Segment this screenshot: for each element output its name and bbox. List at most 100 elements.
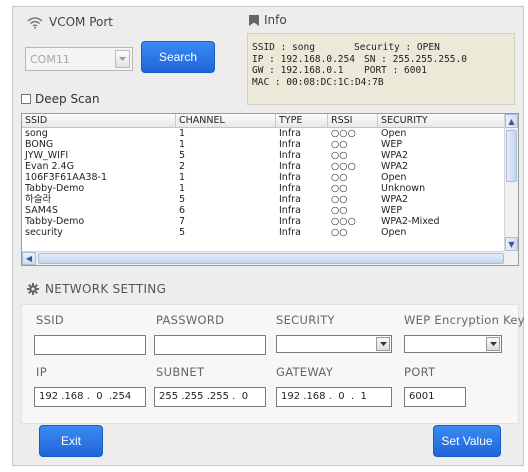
chevron-down-icon[interactable] xyxy=(115,50,130,68)
chevron-down-icon[interactable] xyxy=(486,337,500,351)
table-row[interactable]: 하슬라 5 Infra ○○ WPA2 xyxy=(22,194,506,205)
cell-security: Unknown xyxy=(381,183,426,194)
password-input[interactable] xyxy=(154,335,266,355)
cell-ssid: song xyxy=(25,128,48,139)
wep-key-select[interactable] xyxy=(404,335,502,353)
info-port: PORT : 6001 xyxy=(364,65,427,76)
cell-ssid: 106F3F61AA38-1 xyxy=(25,172,108,183)
cell-rssi: ○○ xyxy=(331,194,348,205)
info-ssid: SSID : song xyxy=(252,42,315,53)
list-rows: song 1 Infra ○○○ Open BONG 1 Infra ○○ WEP JYW_WIFI… xyxy=(22,128,506,238)
cell-security: WEP xyxy=(381,205,403,216)
cell-channel: 5 xyxy=(179,194,186,205)
cell-ssid: Evan 2.4G xyxy=(25,161,74,172)
deep-scan-option[interactable]: Deep Scan xyxy=(21,92,100,106)
table-row[interactable]: JYW_WIFI 5 Infra ○○ WPA2 xyxy=(22,150,506,161)
gear-icon xyxy=(27,283,39,295)
vcom-port-title: VCOM Port xyxy=(49,15,113,29)
vcom-config-window: VCOM Port COM11 Search Deep Scan Info SS… xyxy=(12,6,525,466)
ssid-label: SSID xyxy=(36,313,65,327)
table-row[interactable]: Tabby-Demo 7 Infra ○○○ WPA2-Mixed xyxy=(22,216,506,227)
cell-security: Open xyxy=(381,172,407,183)
cell-channel: 1 xyxy=(179,172,186,183)
column-header-type[interactable]: TYPE xyxy=(276,114,328,128)
cell-channel: 1 xyxy=(179,128,186,139)
scroll-corner xyxy=(504,251,518,265)
column-header-channel[interactable]: CHANNEL xyxy=(176,114,276,128)
cell-security: WPA2 xyxy=(381,194,409,205)
table-row[interactable]: song 1 Infra ○○○ Open xyxy=(22,128,506,139)
wifi-network-list[interactable]: SSID CHANNEL TYPE RSSI SECURITY song 1 Inf… xyxy=(21,113,519,266)
info-security: Security : OPEN xyxy=(354,42,440,53)
bookmark-icon xyxy=(249,14,259,26)
cell-channel: 1 xyxy=(179,183,186,194)
cell-security: Open xyxy=(381,227,407,238)
horizontal-scroll-thumb[interactable] xyxy=(38,253,504,264)
column-header-ssid[interactable]: SSID xyxy=(22,114,176,128)
subnet-input[interactable]: 255 .255 .255 . 0 xyxy=(154,387,266,407)
password-label: PASSWORD xyxy=(156,313,225,327)
cell-rssi: ○○○ xyxy=(331,128,356,139)
list-header: SSID CHANNEL TYPE RSSI SECURITY xyxy=(22,114,506,128)
exit-button[interactable]: Exit xyxy=(39,425,103,457)
port-label: PORT xyxy=(404,365,436,379)
info-ip: IP : 192.168.0.254 xyxy=(252,53,355,65)
info-title: Info xyxy=(264,13,287,27)
gateway-input[interactable]: 192 .168 . 0 . 1 xyxy=(276,387,392,407)
security-label: SECURITY xyxy=(276,313,335,327)
scroll-up-icon[interactable]: ▲ xyxy=(505,114,518,128)
cell-rssi: ○○ xyxy=(331,227,348,238)
cell-rssi: ○○ xyxy=(331,150,348,161)
cell-rssi: ○○ xyxy=(331,139,348,150)
com-port-select[interactable]: COM11 xyxy=(25,47,133,71)
cell-ssid: JYW_WIFI xyxy=(25,150,69,161)
scroll-left-icon[interactable]: ◀ xyxy=(22,252,36,265)
cell-security: WPA2 xyxy=(381,161,409,172)
cell-type: Infra xyxy=(279,205,301,216)
table-row[interactable]: security 5 Infra ○○ Open xyxy=(22,227,506,238)
cell-ssid: security xyxy=(25,227,63,238)
cell-security: WPA2-Mixed xyxy=(381,216,440,227)
table-row[interactable]: Tabby-Demo 1 Infra ○○ Unknown xyxy=(22,183,506,194)
gateway-label: GATEWAY xyxy=(276,365,334,379)
vertical-scrollbar[interactable]: ▲ ▼ xyxy=(504,114,518,251)
subnet-label: SUBNET xyxy=(156,365,205,379)
security-select[interactable] xyxy=(276,335,392,353)
network-setting-title: NETWORK SETTING xyxy=(45,282,167,296)
cell-ssid: BONG xyxy=(25,139,54,150)
horizontal-scrollbar[interactable]: ◀ xyxy=(22,251,506,265)
info-gw: GW : 192.168.0.1 xyxy=(252,65,344,76)
cell-ssid: SAM4S xyxy=(25,205,58,216)
cell-channel: 1 xyxy=(179,139,186,150)
ip-input[interactable]: 192 .168 . 0 .254 xyxy=(34,387,146,407)
chevron-down-icon[interactable] xyxy=(376,337,390,351)
deep-scan-checkbox[interactable] xyxy=(21,94,31,104)
column-header-rssi[interactable]: RSSI xyxy=(328,114,378,128)
cell-ssid: Tabby-Demo xyxy=(25,216,85,227)
deep-scan-label: Deep Scan xyxy=(35,92,100,106)
table-row[interactable]: Evan 2.4G 2 Infra ○○○ WPA2 xyxy=(22,161,506,172)
cell-type: Infra xyxy=(279,227,301,238)
cell-ssid: Tabby-Demo xyxy=(25,183,85,194)
cell-rssi: ○○○ xyxy=(331,161,356,172)
scroll-down-icon[interactable]: ▼ xyxy=(505,237,518,251)
ip-label: IP xyxy=(36,365,47,379)
cell-security: WEP xyxy=(381,139,403,150)
vertical-scroll-thumb[interactable] xyxy=(506,130,517,182)
cell-rssi: ○○ xyxy=(331,205,348,216)
com-port-value: COM11 xyxy=(30,52,70,66)
ssid-input[interactable] xyxy=(34,335,146,355)
table-row[interactable]: SAM4S 6 Infra ○○ WEP xyxy=(22,205,506,216)
search-button[interactable]: Search xyxy=(141,41,215,73)
port-input[interactable]: 6001 xyxy=(404,387,466,407)
set-value-button[interactable]: Set Value xyxy=(433,425,501,457)
cell-type: Infra xyxy=(279,183,301,194)
network-setting-panel: SSID PASSWORD SECURITY WEP Encryption Ke… xyxy=(21,304,525,424)
info-heading: Info xyxy=(249,13,287,27)
table-row[interactable]: BONG 1 Infra ○○ WEP xyxy=(22,139,506,150)
wifi-icon xyxy=(27,16,43,29)
cell-security: Open xyxy=(381,128,407,139)
column-header-security[interactable]: SECURITY xyxy=(378,114,506,128)
table-row[interactable]: 106F3F61AA38-1 1 Infra ○○ Open xyxy=(22,172,506,183)
info-sn: SN : 255.255.255.0 xyxy=(364,53,467,65)
